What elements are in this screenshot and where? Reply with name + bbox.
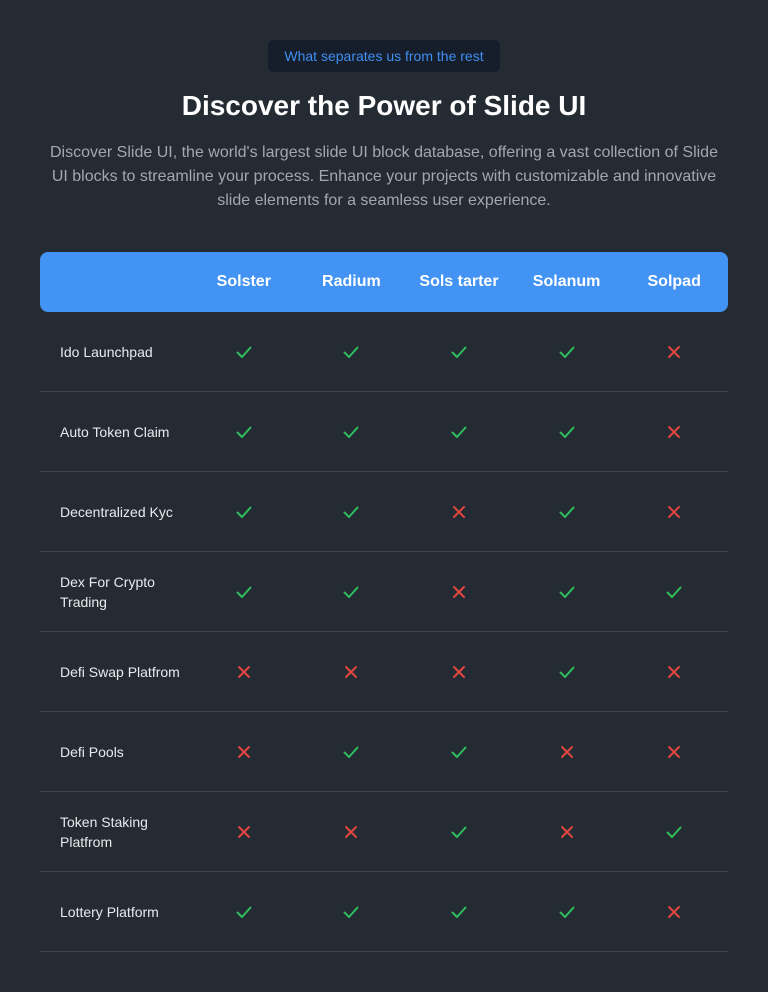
cross-icon <box>620 663 728 681</box>
check-icon <box>298 503 406 521</box>
feature-label: Auto Token Claim <box>60 423 170 440</box>
check-icon <box>620 823 728 841</box>
cross-icon <box>405 583 513 601</box>
cross-icon <box>405 663 513 681</box>
feature-label: Token Staking Platfrom <box>60 813 148 850</box>
column-header-sols-tarter: Sols tarter <box>419 273 499 290</box>
table-row: Defi Swap Platfrom <box>40 632 728 712</box>
feature-label: Defi Swap Platfrom <box>60 663 180 680</box>
check-icon <box>405 903 513 921</box>
column-header-radium: Radium <box>322 273 381 290</box>
comparison-table: Solster Radium Sols tarter Solanum Solpa… <box>40 252 728 952</box>
table-row: Decentralized Kyc <box>40 472 728 552</box>
page-title: Discover the Power of Slide UI <box>181 90 587 121</box>
cross-icon <box>620 743 728 761</box>
check-icon <box>298 743 406 761</box>
cross-icon <box>190 663 298 681</box>
table-row: Ido Launchpad <box>40 312 728 392</box>
cross-icon <box>620 423 728 441</box>
check-icon <box>190 583 298 601</box>
column-header-solster: Solster <box>216 273 271 290</box>
table-row: Lottery Platform <box>40 872 728 952</box>
cross-icon <box>190 743 298 761</box>
check-icon <box>405 823 513 841</box>
cross-icon <box>620 503 728 521</box>
check-icon <box>298 903 406 921</box>
cross-icon <box>298 823 406 841</box>
cross-icon <box>190 823 298 841</box>
table-row: Dex For Crypto Trading <box>40 552 728 632</box>
check-icon <box>298 423 406 441</box>
feature-label: Decentralized Kyc <box>60 503 173 520</box>
cross-icon <box>405 503 513 521</box>
column-header-solpad: Solpad <box>647 273 701 290</box>
check-icon <box>190 503 298 521</box>
check-icon <box>513 663 621 681</box>
cross-icon <box>513 823 621 841</box>
table-body: Ido Launchpad Auto Token Claim Decentraliz… <box>40 312 728 952</box>
check-icon <box>513 423 621 441</box>
table-header: Solster Radium Sols tarter Solanum Solpa… <box>40 252 728 312</box>
check-icon <box>405 423 513 441</box>
check-icon <box>513 503 621 521</box>
check-icon <box>513 903 621 921</box>
section-badge: What separates us from the rest <box>268 40 500 72</box>
check-icon <box>190 903 298 921</box>
page-subtitle: Discover Slide UI, the world's largest s… <box>50 144 718 209</box>
check-icon <box>405 743 513 761</box>
check-icon <box>298 583 406 601</box>
table-row: Token Staking Platfrom <box>40 792 728 872</box>
column-header-solanum: Solanum <box>532 273 601 290</box>
feature-label: Defi Pools <box>60 743 124 760</box>
check-icon <box>620 583 728 601</box>
check-icon <box>513 583 621 601</box>
check-icon <box>405 343 513 361</box>
check-icon <box>513 343 621 361</box>
feature-label: Ido Launchpad <box>60 343 153 360</box>
check-icon <box>298 343 406 361</box>
check-icon <box>190 423 298 441</box>
cross-icon <box>620 903 728 921</box>
cross-icon <box>298 663 406 681</box>
table-row: Auto Token Claim <box>40 392 728 472</box>
feature-label: Dex For Crypto Trading <box>60 573 155 610</box>
check-icon <box>190 343 298 361</box>
badge-container: What separates us from the rest <box>0 40 768 72</box>
feature-label: Lottery Platform <box>60 903 159 920</box>
cross-icon <box>513 743 621 761</box>
cross-icon <box>620 343 728 361</box>
table-row: Defi Pools <box>40 712 728 792</box>
